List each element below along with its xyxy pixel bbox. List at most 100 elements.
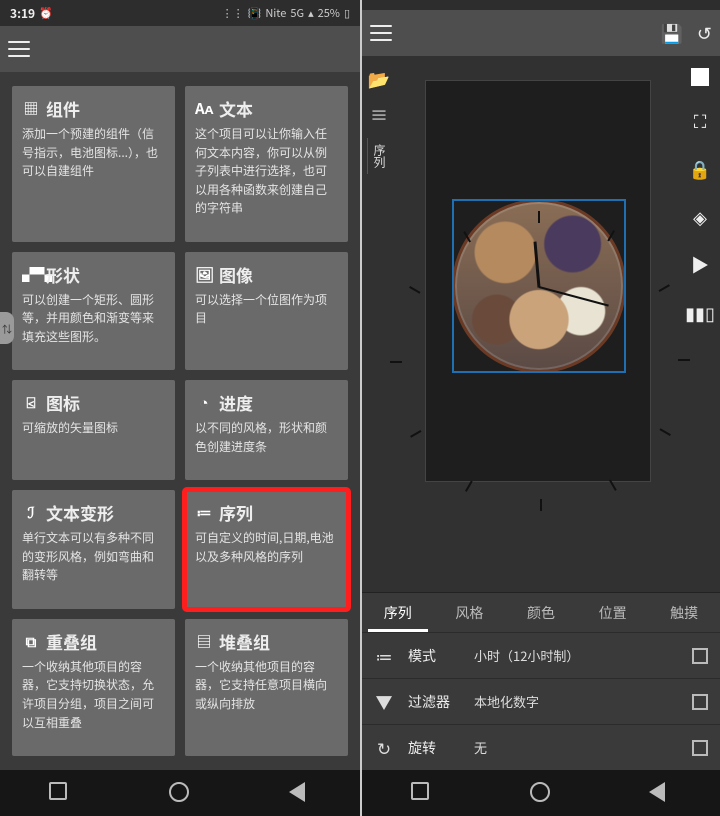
card-icon: ▦ xyxy=(22,98,40,119)
color-swatch[interactable] xyxy=(691,68,709,86)
left-toolbar xyxy=(0,26,360,72)
tab-触摸[interactable]: 触摸 xyxy=(648,593,720,632)
nav-recent[interactable] xyxy=(49,782,71,804)
status-bar-r xyxy=(362,0,720,10)
menu-button-r[interactable] xyxy=(370,25,392,41)
signal-5g: 5G xyxy=(290,5,304,21)
tab-风格[interactable]: 风格 xyxy=(434,593,506,632)
nav-back[interactable] xyxy=(289,782,311,804)
widget-grid: ▦ 组件添加一个预建的组件（信号指示，电池图标...），也可以自建组件 Aᴀ 文本这个… xyxy=(0,72,360,770)
tab-位置[interactable]: 位置 xyxy=(577,593,649,632)
lock-icon[interactable]: 🔒 xyxy=(689,156,711,182)
prop-checkbox[interactable] xyxy=(692,694,708,710)
card-icon: ≔ xyxy=(195,502,213,523)
card-desc: 可以创建一个矩形、圆形等，并用颜色和渐变等来填充这些图形。 xyxy=(22,291,165,347)
prop-icon: ▼ xyxy=(374,689,394,714)
save-icon[interactable]: 💾 xyxy=(660,20,682,46)
card-title: 组件 xyxy=(46,96,80,121)
nav-home[interactable] xyxy=(169,782,191,804)
menu-button[interactable] xyxy=(8,41,30,57)
card-desc: 一个收纳其他项目的容器，它支持任意项目横向或纵向排放 xyxy=(195,658,338,714)
right-toolbar: 💾 ↺ xyxy=(362,10,720,56)
vibrate-icon: 📳 xyxy=(248,5,262,21)
prop-value: 本地化数字 xyxy=(474,692,678,711)
battery-pct: 25% xyxy=(318,5,340,21)
prop-checkbox[interactable] xyxy=(692,648,708,664)
edge-handle[interactable]: ⇅ xyxy=(0,312,14,344)
play-icon[interactable]: ▶ xyxy=(691,252,709,278)
prop-row-0[interactable]: ≔模式小时（12小时制） xyxy=(362,632,720,678)
android-navbar-r xyxy=(362,770,720,816)
nav-home-r[interactable] xyxy=(530,782,552,804)
card-icon: ▤ xyxy=(195,631,213,652)
property-tabs: 序列风格颜色位置触摸 xyxy=(362,592,720,632)
prop-icon: ↻ xyxy=(374,735,394,760)
card-icon: 🖼 xyxy=(195,264,213,285)
carrier-label: Nite xyxy=(265,5,286,21)
card-3[interactable]: 🖼 图像可以选择一个位图作为项目 xyxy=(185,252,348,371)
card-title: 文本 xyxy=(219,96,253,121)
prop-label: 模式 xyxy=(408,646,460,666)
editor-area: 📂 ≡ 序列 ⛶ 🔒 ◈ ▶ ▮▮▯ xyxy=(362,56,720,592)
layers-off-icon[interactable]: ◈ xyxy=(693,204,707,230)
card-title: 图像 xyxy=(219,262,253,287)
card-0[interactable]: ▦ 组件添加一个预建的组件（信号指示，电池图标...），也可以自建组件 xyxy=(12,86,175,242)
right-rail: ⛶ 🔒 ◈ ▶ ▮▮▯ xyxy=(680,56,720,592)
card-icon: ℐ xyxy=(22,502,40,523)
card-title: 文本变形 xyxy=(46,500,114,525)
card-desc: 添加一个预建的组件（信号指示，电池图标...），也可以自建组件 xyxy=(22,125,165,181)
tab-序列[interactable]: 序列 xyxy=(362,593,434,632)
card-title: 堆叠组 xyxy=(219,629,270,654)
prop-value: 小时（12小时制） xyxy=(474,646,678,665)
prop-checkbox[interactable] xyxy=(692,740,708,756)
prop-label: 过滤器 xyxy=(408,692,460,712)
tab-颜色[interactable]: 颜色 xyxy=(505,593,577,632)
card-desc: 可缩放的矢量图标 xyxy=(22,419,165,438)
nav-back-r[interactable] xyxy=(649,782,671,804)
card-desc: 以不同的风格，形状和颜色创建进度条 xyxy=(195,419,338,456)
card-icon: Aᴀ xyxy=(195,98,213,119)
card-desc: 一个收纳其他项目的容器，它支持切换状态，允许项目分组，项目之间可以互相重叠 xyxy=(22,658,165,732)
card-icon: ⧉ xyxy=(22,631,40,652)
wifi-icon: ▴ xyxy=(308,5,314,21)
card-title: 进度 xyxy=(219,390,253,415)
status-bar: 3:19 ⏰ ⋮⋮ 📳 Nite 5G ▴ 25% ▯ xyxy=(0,0,360,26)
card-4[interactable]: ⍃ 图标可缩放的矢量图标 xyxy=(12,380,175,480)
prop-value: 无 xyxy=(474,738,678,757)
focus-icon[interactable]: ⛶ xyxy=(694,108,707,134)
alarm-icon: ⏰ xyxy=(39,5,53,21)
canvas[interactable] xyxy=(425,80,651,482)
equalizer-icon[interactable]: ▮▮▯ xyxy=(685,300,715,326)
card-desc: 这个项目可以让你输入任何文本内容，你可以从例子列表中进行选择，也可以用各种函数来… xyxy=(195,125,338,218)
card-9[interactable]: ▤ 堆叠组一个收纳其他项目的容器，它支持任意项目横向或纵向排放 xyxy=(185,619,348,756)
card-5[interactable]: ◔ 进度以不同的风格，形状和颜色创建进度条 xyxy=(185,380,348,480)
card-icon: ◔ xyxy=(195,392,213,413)
card-desc: 单行文本可以有多种不同的变形风格，例如弯曲和翻转等 xyxy=(22,529,165,585)
layers-icon[interactable]: ≡ xyxy=(370,102,388,128)
card-1[interactable]: Aᴀ 文本这个项目可以让你输入任何文本内容，你可以从例子列表中进行选择，也可以用各… xyxy=(185,86,348,242)
card-6[interactable]: ℐ 文本变形单行文本可以有多种不同的变形风格，例如弯曲和翻转等 xyxy=(12,490,175,609)
card-icon: ⍃ xyxy=(22,392,40,413)
prop-row-2[interactable]: ↻ 旋转无 xyxy=(362,724,720,770)
card-7[interactable]: ≔序列可自定义的时间,日期,电池以及多种风格的序列 xyxy=(185,490,348,609)
selection-box[interactable] xyxy=(452,199,626,373)
folder-icon[interactable]: 📂 xyxy=(368,66,390,92)
card-8[interactable]: ⧉ 重叠组一个收纳其他项目的容器，它支持切换状态，允许项目分组，项目之间可以互相重… xyxy=(12,619,175,756)
history-icon[interactable]: ↺ xyxy=(697,20,712,46)
bt-icon: ⋮⋮ xyxy=(222,5,244,21)
nav-recent-r[interactable] xyxy=(411,782,433,804)
card-2[interactable]: ▞▚形状可以创建一个矩形、圆形等，并用颜色和渐变等来填充这些图形。 xyxy=(12,252,175,371)
right-phone: 💾 ↺ 📂 ≡ 序列 ⛶🔒◈▶▮▮▯ 序列风格颜色位置触摸 ≔模式小时（12小时… xyxy=(360,0,720,816)
prop-label: 旋转 xyxy=(408,738,460,758)
property-list: ≔模式小时（12小时制） ▼ 过滤器本地化数字 ↻ 旋转无 xyxy=(362,632,720,770)
android-navbar xyxy=(0,770,360,816)
card-desc: 可以选择一个位图作为项目 xyxy=(195,291,338,328)
card-desc: 可自定义的时间,日期,电池以及多种风格的序列 xyxy=(195,529,338,566)
card-title: 重叠组 xyxy=(46,629,97,654)
prop-row-1[interactable]: ▼ 过滤器本地化数字 xyxy=(362,678,720,724)
card-title: 形状 xyxy=(46,262,80,287)
layer-label[interactable]: 序列 xyxy=(367,138,391,174)
left-rail: 📂 ≡ 序列 xyxy=(362,56,396,592)
battery-icon: ▯ xyxy=(344,5,350,21)
card-title: 图标 xyxy=(46,390,80,415)
